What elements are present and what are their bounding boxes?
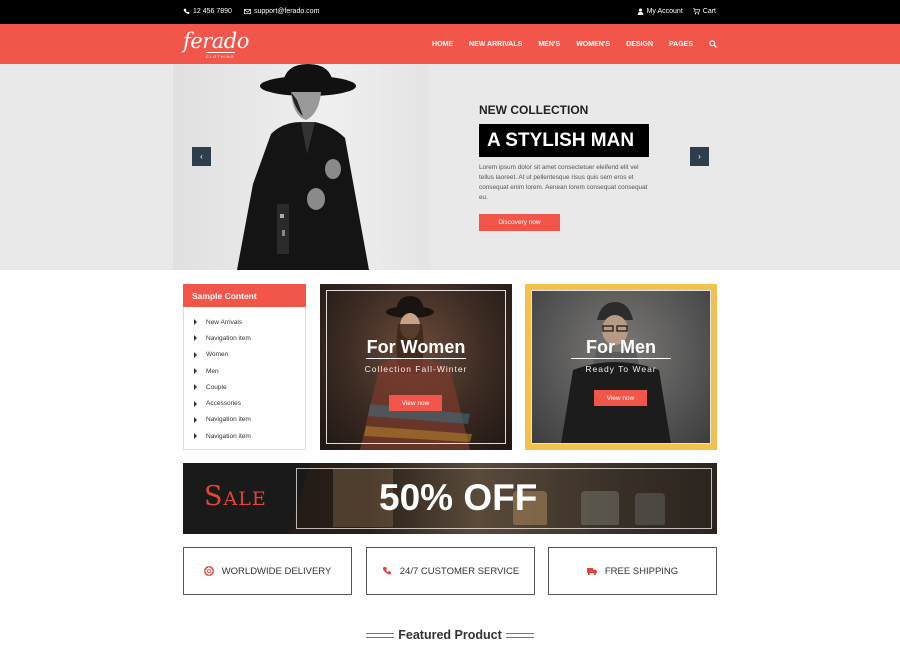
phone-number: 12 456 7890 (193, 8, 232, 15)
nav-mens[interactable]: MEN'S (538, 41, 560, 48)
caret-right-icon (194, 368, 197, 375)
logo-text: ferado (183, 29, 249, 53)
man-in-hat-illustration (237, 64, 369, 270)
sidebar-item-accessories[interactable]: Accessories (184, 395, 305, 411)
user-icon (637, 8, 643, 15)
caret-right-icon (194, 351, 197, 358)
feature-label: WORLDWIDE DELIVERY (221, 565, 332, 577)
caret-right-icon (194, 433, 197, 440)
cart-link[interactable]: Cart (692, 8, 716, 15)
lifebuoy-icon (203, 566, 214, 576)
promo-women-title: For Women (366, 337, 466, 357)
phone-info[interactable]: 12 456 7890 (183, 8, 232, 15)
nav-pages[interactable]: PAGES (669, 41, 693, 48)
envelope-icon (243, 9, 251, 14)
nav-womens[interactable]: WOMEN'S (576, 41, 610, 48)
promo-men-subtitle: Ready To Wear (585, 364, 657, 374)
feature-customer-service[interactable]: 24/7 CUSTOMER SERVICE (366, 547, 535, 595)
sale-word: Sale (204, 481, 267, 512)
sidebar-item-navigation-1[interactable]: Navigation item (184, 330, 305, 346)
promo-women-subtitle: Collection Fall-Winter (364, 364, 468, 374)
promo-men-view-button[interactable]: View now (594, 390, 647, 406)
sale-offer: 50% OFF (379, 477, 538, 518)
heading-decoration-right (506, 633, 534, 638)
sidebar-item-label: Women (206, 351, 229, 359)
nav-design[interactable]: DESIGN (626, 41, 653, 48)
sidebar-item-label: Navigation item (206, 432, 251, 440)
search-icon[interactable] (709, 40, 717, 48)
discovery-now-button[interactable]: Discovery now (479, 214, 560, 231)
sidebar-item-label: Navigation item (206, 334, 251, 342)
sidebar-item-label: Navigation item (206, 416, 251, 424)
sidebar-item-new-arrivals[interactable]: New Arrivals (184, 314, 305, 330)
sidebar-item-label: New Arrivals (206, 318, 243, 326)
caret-right-icon (194, 400, 197, 407)
sidebar-item-women[interactable]: Women (184, 347, 305, 363)
phone-icon (382, 567, 391, 575)
nav-new-arrivals[interactable]: NEW ARRIVALS (469, 41, 522, 48)
my-account-link[interactable]: My Account (637, 8, 683, 15)
logo[interactable]: ferado CLOTHING (183, 29, 249, 60)
sidebar-title: Sample Content (183, 284, 306, 307)
cart-label: Cart (702, 8, 716, 15)
promo-divider (366, 358, 466, 359)
nav-home[interactable]: HOME (432, 41, 453, 48)
caret-right-icon (194, 319, 197, 326)
main-header: ferado CLOTHING HOME NEW ARRIVALS MEN'S … (0, 24, 900, 64)
hero-slider: ‹ › NEW COLLECTION A STYLISH MAN Lorem i… (0, 64, 900, 270)
sidebar-item-label: Couple (206, 383, 227, 391)
promo-men-card[interactable]: For Men Ready To Wear View now (525, 284, 717, 450)
cart-icon (692, 8, 700, 15)
contact-info: 12 456 7890 support@ferado.com (183, 8, 319, 15)
logo-subtext: CLOTHING (206, 52, 235, 59)
feature-worldwide-delivery[interactable]: WORLDWIDE DELIVERY (183, 547, 352, 595)
main-nav: HOME NEW ARRIVALS MEN'S WOMEN'S DESIGN P… (432, 40, 717, 48)
top-bar: 12 456 7890 support@ferado.com My Accoun… (0, 0, 900, 24)
caret-right-icon (194, 416, 197, 423)
sidebar-item-label: Men (206, 367, 219, 375)
feature-label: FREE SHIPPING (604, 565, 679, 577)
email-address: support@ferado.com (253, 8, 320, 15)
my-account-label: My Account (646, 8, 683, 15)
email-info[interactable]: support@ferado.com (243, 8, 320, 15)
hero-title: A STYLISH MAN (479, 124, 649, 157)
sidebar-list: New Arrivals Navigation item Women Men C… (184, 307, 305, 444)
sidebar-item-men[interactable]: Men (184, 363, 305, 379)
promo-women-card[interactable]: For Women Collection Fall-Winter View no… (320, 284, 512, 450)
caret-right-icon (194, 335, 197, 342)
user-links: My Account Cart (637, 8, 716, 15)
truck-icon (586, 568, 597, 576)
hero-description: Lorem ipsum dolor sit amet consectetuer … (479, 164, 648, 201)
slider-prev-button[interactable]: ‹ (192, 147, 211, 166)
promo-women-view-button[interactable]: View now (389, 395, 442, 411)
sidebar-item-navigation-2[interactable]: Navigation item (184, 412, 305, 428)
slider-next-button[interactable]: › (690, 147, 709, 166)
caret-right-icon (194, 384, 197, 391)
feature-label: 24/7 CUSTOMER SERVICE (399, 565, 520, 577)
sidebar-item-label: Accessories (206, 400, 242, 408)
phone-icon (183, 8, 190, 14)
hero-model-image (173, 64, 430, 270)
hero-kicker: NEW COLLECTION (479, 103, 589, 117)
sample-content-sidebar: Sample Content New Arrivals Navigation i… (183, 284, 306, 450)
featured-product-heading: Featured Product (398, 628, 502, 642)
feature-free-shipping[interactable]: FREE SHIPPING (548, 547, 717, 595)
promo-divider (571, 358, 671, 359)
promo-men-title: For Men (586, 337, 656, 357)
sale-banner[interactable]: Sale 50% OFF (183, 463, 717, 534)
sidebar-item-couple[interactable]: Couple (184, 379, 305, 395)
sidebar-item-navigation-3[interactable]: Navigation item (184, 428, 305, 444)
